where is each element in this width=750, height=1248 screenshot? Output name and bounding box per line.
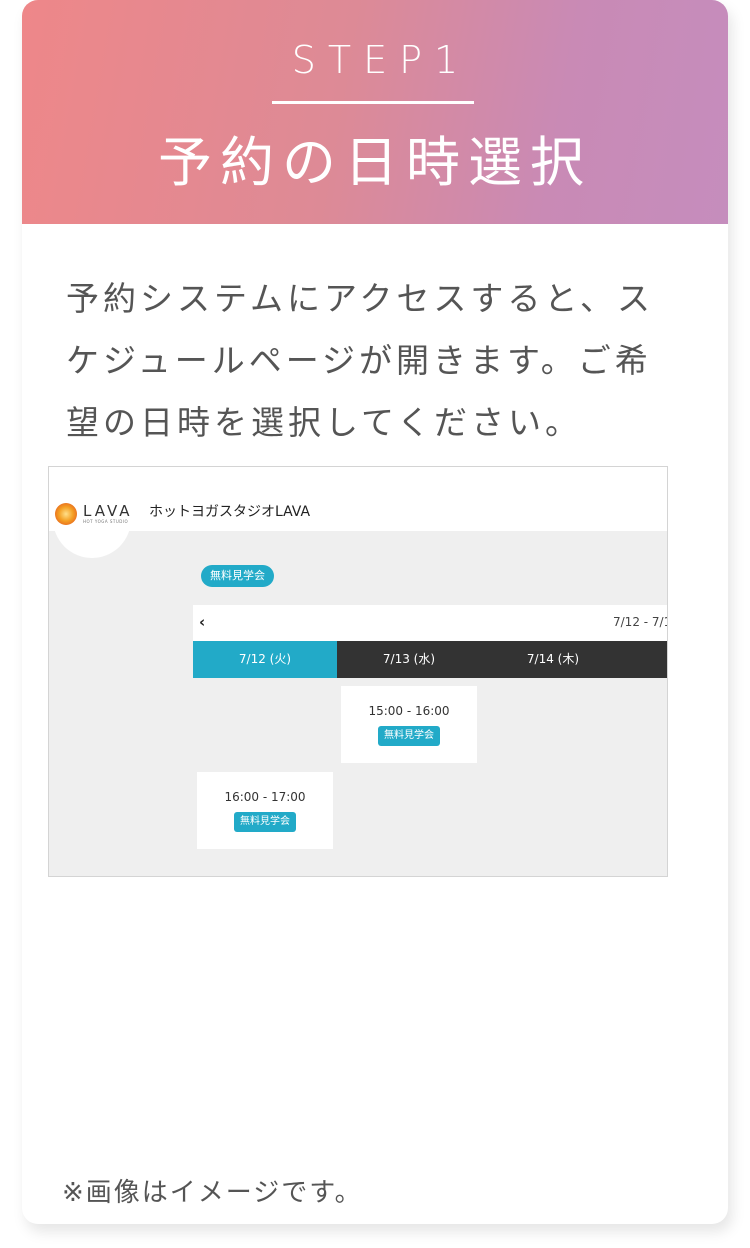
step-title: 予約の日時選択 xyxy=(158,131,592,194)
description-line: 望の日時を選択してください。 xyxy=(66,403,583,442)
slot-time: 15:00 - 16:00 xyxy=(368,704,450,718)
filter-pill[interactable]: 無料見学会 xyxy=(201,565,274,587)
day-tab[interactable]: 7/13 (水) xyxy=(337,641,481,678)
slot-time: 16:00 - 17:00 xyxy=(224,790,306,804)
schedule-screenshot: LAVA HOT YOGA STUDIO ホットヨガスタジオLAVA 無料見学会… xyxy=(48,466,668,877)
day-tab[interactable]: 7/14 (木) xyxy=(481,641,625,678)
logo-text: LAVA xyxy=(83,502,133,520)
day-tab[interactable]: 7/12 (火) xyxy=(193,641,337,678)
day-tabs: 7/12 (火) 7/13 (水) 7/14 (木) xyxy=(193,641,667,678)
date-range: 7/12 - 7/1 xyxy=(613,615,668,629)
chevron-left-icon[interactable]: ‹ xyxy=(199,613,205,631)
time-slot[interactable]: 16:00 - 17:00 無料見学会 xyxy=(197,772,333,849)
description-line: 予約システムにアクセスすると、ス xyxy=(66,279,655,318)
slot-tag: 無料見学会 xyxy=(378,726,440,746)
studio-name: ホットヨガスタジオLAVA xyxy=(149,504,311,520)
slot-tag: 無料見学会 xyxy=(234,812,296,832)
image-note: ※画像はイメージです。 xyxy=(62,1178,363,1208)
sun-logo-icon xyxy=(55,503,77,525)
logo-subtext: HOT YOGA STUDIO xyxy=(83,519,129,524)
time-slot[interactable]: 15:00 - 16:00 無料見学会 xyxy=(341,686,477,763)
mockup-topbar xyxy=(49,467,667,531)
description-line: ケジュールページが開きます。ご希 xyxy=(66,341,652,380)
step-header: STEP1 予約の日時選択 xyxy=(22,0,728,224)
step-card: STEP1 予約の日時選択 予約システムにアクセスすると、ス ケジュールページが… xyxy=(22,0,728,1224)
step-divider xyxy=(272,101,474,104)
date-nav: ‹ 7/12 - 7/1 xyxy=(193,605,667,641)
step-label: STEP1 xyxy=(291,38,471,82)
step-description: 予約システムにアクセスすると、ス ケジュールページが開きます。ご希 望の日時を選… xyxy=(66,268,696,454)
